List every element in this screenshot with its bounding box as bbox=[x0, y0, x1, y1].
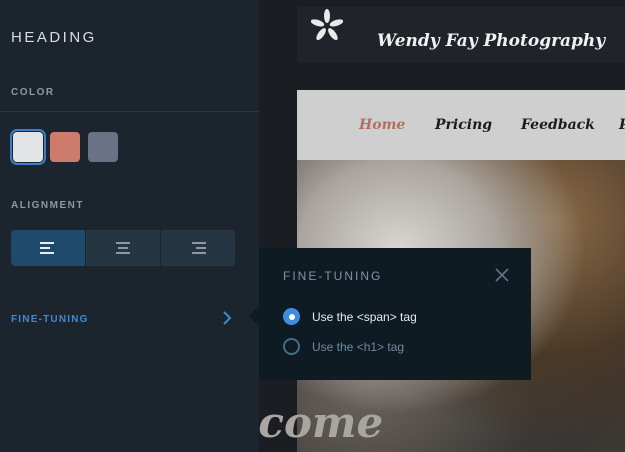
color-swatch-salmon[interactable] bbox=[50, 132, 80, 162]
logo-icon bbox=[311, 9, 343, 41]
nav-item-home[interactable]: Home bbox=[359, 117, 405, 133]
heading-settings-panel: HEADING COLOR ALIGNMENT FINE-TUNING bbox=[0, 0, 259, 452]
color-swatch-slate[interactable] bbox=[88, 132, 118, 162]
fine-tuning-link[interactable]: FINE-TUNING bbox=[11, 314, 89, 325]
radio-label-h1: Use the <h1> tag bbox=[312, 339, 405, 354]
align-center-icon bbox=[116, 242, 130, 254]
popover-title: FINE-TUNING bbox=[283, 269, 383, 283]
align-center-button[interactable] bbox=[86, 230, 160, 266]
nav-item-more[interactable]: P bbox=[619, 117, 625, 133]
nav-item-feedback[interactable]: Feedback bbox=[521, 117, 595, 133]
align-right-icon bbox=[192, 242, 206, 254]
site-preview-canvas: Wendy Fay Photography Home Pricing Feedb… bbox=[259, 0, 625, 452]
close-icon[interactable] bbox=[495, 268, 509, 282]
site-title[interactable]: Wendy Fay Photography bbox=[377, 31, 605, 51]
alignment-label: ALIGNMENT bbox=[11, 200, 84, 211]
chevron-right-icon[interactable] bbox=[222, 311, 232, 325]
radio-option-span[interactable]: Use the <span> tag bbox=[283, 308, 417, 325]
site-header[interactable]: Wendy Fay Photography bbox=[297, 7, 625, 63]
divider bbox=[0, 111, 259, 112]
color-label: COLOR bbox=[11, 87, 55, 98]
color-swatch-light[interactable] bbox=[10, 129, 46, 165]
alignment-button-group bbox=[11, 230, 235, 266]
popover-arrow bbox=[249, 306, 259, 326]
radio-option-h1[interactable]: Use the <h1> tag bbox=[283, 338, 404, 355]
radio-label-span: Use the <span> tag bbox=[312, 309, 417, 324]
align-left-button[interactable] bbox=[11, 230, 85, 266]
align-left-icon bbox=[40, 242, 54, 254]
radio-button-unchecked[interactable] bbox=[283, 338, 300, 355]
radio-button-checked[interactable] bbox=[283, 308, 300, 325]
panel-title: HEADING bbox=[11, 29, 97, 46]
align-right-button[interactable] bbox=[161, 230, 235, 266]
fine-tuning-popover: FINE-TUNING Use the <span> tag Use the <… bbox=[249, 248, 531, 380]
nav-item-pricing[interactable]: Pricing bbox=[435, 117, 492, 133]
site-nav: Home Pricing Feedback P bbox=[297, 90, 625, 160]
